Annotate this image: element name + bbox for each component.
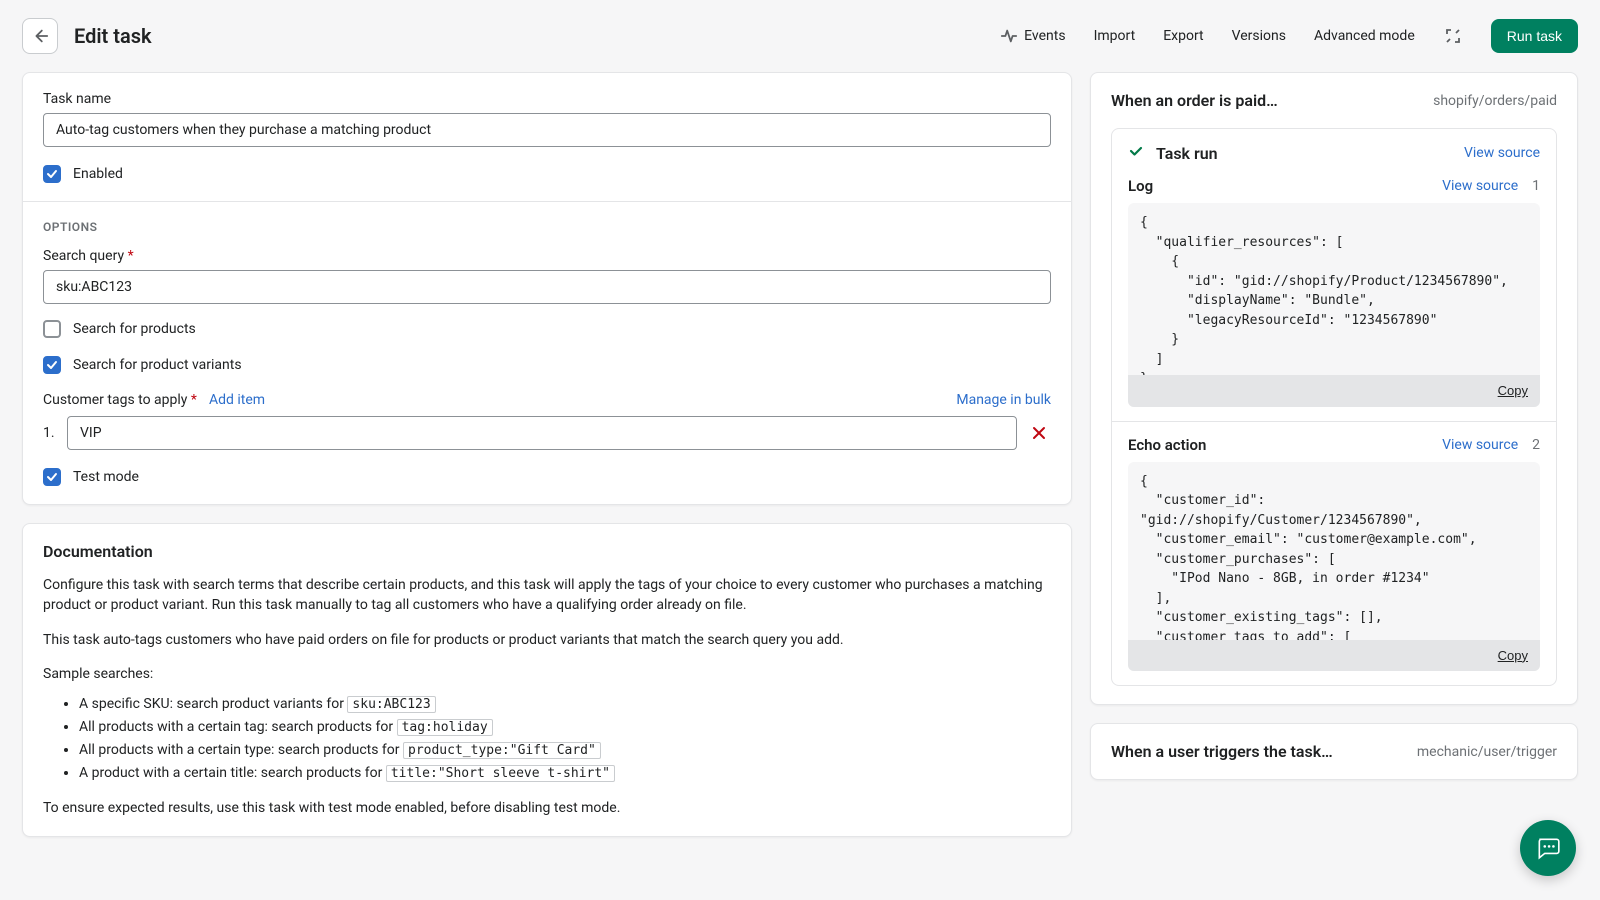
log-title: Log bbox=[1128, 177, 1153, 195]
echo-code-block: { "customer_id": "gid://shopify/Customer… bbox=[1128, 462, 1540, 672]
echo-content: { "customer_id": "gid://shopify/Customer… bbox=[1128, 462, 1540, 640]
search-products-label: Search for products bbox=[73, 321, 196, 337]
event-topic: shopify/orders/paid bbox=[1433, 93, 1557, 109]
log-content: { "qualifier_resources": [ { "id": "gid:… bbox=[1128, 203, 1540, 375]
echo-count: 2 bbox=[1532, 437, 1540, 453]
page-title: Edit task bbox=[74, 24, 152, 48]
chat-icon bbox=[1535, 835, 1561, 861]
doc-paragraph: Configure this task with search terms th… bbox=[43, 575, 1051, 616]
versions-link[interactable]: Versions bbox=[1232, 28, 1286, 44]
event-card-order-paid: When an order is paid… shopify/orders/pa… bbox=[1090, 72, 1578, 705]
copy-button[interactable]: Copy bbox=[1128, 640, 1540, 672]
event-topic: mechanic/user/trigger bbox=[1417, 744, 1557, 760]
import-link[interactable]: Import bbox=[1094, 28, 1136, 44]
log-view-source-link[interactable]: View source bbox=[1442, 178, 1518, 194]
task-card: Task name Enabled OPTIONS Search query * bbox=[22, 72, 1072, 505]
event-card-user-trigger: When a user triggers the task… mechanic/… bbox=[1090, 723, 1578, 780]
doc-sample-item: A product with a certain title: search p… bbox=[79, 763, 1051, 784]
fullscreen-icon bbox=[1443, 26, 1463, 46]
header-actions: Events Import Export Versions Advanced m… bbox=[1000, 19, 1578, 53]
check-icon bbox=[1128, 143, 1144, 163]
event-title: When a user triggers the task… bbox=[1111, 742, 1333, 761]
add-item-link[interactable]: Add item bbox=[209, 392, 265, 408]
tag-row: 1. bbox=[43, 416, 1051, 450]
task-run-label: Task run bbox=[1156, 144, 1218, 163]
advanced-mode-link[interactable]: Advanced mode bbox=[1314, 28, 1415, 44]
view-source-link[interactable]: View source bbox=[1464, 145, 1540, 161]
events-link[interactable]: Events bbox=[1000, 27, 1065, 45]
doc-sample-item: All products with a certain type: search… bbox=[79, 740, 1051, 761]
search-variants-checkbox[interactable] bbox=[43, 356, 61, 374]
echo-view-source-link[interactable]: View source bbox=[1442, 437, 1518, 453]
remove-tag-button[interactable] bbox=[1027, 421, 1051, 445]
log-code-block: { "qualifier_resources": [ { "id": "gid:… bbox=[1128, 203, 1540, 407]
options-heading: OPTIONS bbox=[43, 220, 1051, 234]
tag-row-number: 1. bbox=[43, 425, 57, 441]
task-name-input[interactable] bbox=[43, 113, 1051, 147]
log-count: 1 bbox=[1532, 178, 1540, 194]
echo-title: Echo action bbox=[1128, 436, 1206, 454]
doc-paragraph: To ensure expected results, use this tas… bbox=[43, 798, 1051, 818]
doc-sample-list: A specific SKU: search product variants … bbox=[43, 694, 1051, 784]
doc-sample-item: A specific SKU: search product variants … bbox=[79, 694, 1051, 715]
export-link[interactable]: Export bbox=[1163, 28, 1203, 44]
search-products-checkbox[interactable] bbox=[43, 320, 61, 338]
run-task-button[interactable]: Run task bbox=[1491, 19, 1578, 53]
close-icon bbox=[1032, 426, 1046, 440]
manage-bulk-link[interactable]: Manage in bulk bbox=[956, 392, 1051, 408]
task-run-subcard: Task run View source Log View source 1 {… bbox=[1111, 128, 1557, 686]
documentation-card: Documentation Configure this task with s… bbox=[22, 523, 1072, 837]
fullscreen-button[interactable] bbox=[1443, 26, 1463, 46]
event-title: When an order is paid… bbox=[1111, 91, 1278, 110]
documentation-heading: Documentation bbox=[43, 542, 1051, 561]
test-mode-label: Test mode bbox=[73, 469, 139, 485]
page-header: Edit task Events Import Export Versions … bbox=[0, 0, 1600, 72]
search-query-input[interactable] bbox=[43, 270, 1051, 304]
activity-icon bbox=[1000, 27, 1018, 45]
copy-button[interactable]: Copy bbox=[1128, 375, 1540, 407]
search-query-label: Search query * bbox=[43, 248, 1051, 264]
doc-paragraph: Sample searches: bbox=[43, 664, 1051, 684]
doc-paragraph: This task auto-tags customers who have p… bbox=[43, 630, 1051, 650]
arrow-left-icon bbox=[31, 27, 49, 45]
test-mode-checkbox[interactable] bbox=[43, 468, 61, 486]
chat-button[interactable] bbox=[1520, 820, 1576, 876]
doc-sample-item: All products with a certain tag: search … bbox=[79, 717, 1051, 738]
enabled-label: Enabled bbox=[73, 166, 123, 182]
enabled-checkbox[interactable] bbox=[43, 165, 61, 183]
customer-tags-label: Customer tags to apply * bbox=[43, 392, 197, 408]
tag-input[interactable] bbox=[67, 416, 1017, 450]
back-button[interactable] bbox=[22, 18, 58, 54]
search-variants-label: Search for product variants bbox=[73, 357, 242, 373]
events-label: Events bbox=[1024, 28, 1065, 44]
task-name-label: Task name bbox=[43, 91, 1051, 107]
